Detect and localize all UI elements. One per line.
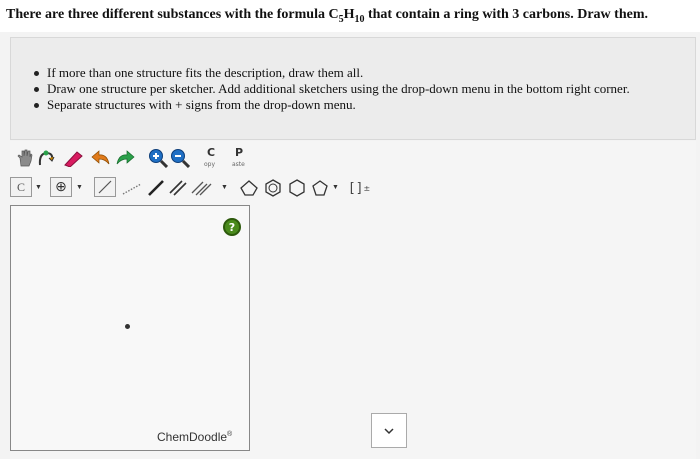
charge-icon: ⊕ bbox=[55, 179, 67, 195]
single-bond-icon bbox=[98, 180, 112, 194]
canvas-atom-dot bbox=[125, 324, 130, 329]
bracket-label: [] bbox=[347, 180, 364, 196]
hand-icon[interactable] bbox=[16, 147, 34, 169]
benzene-button[interactable] bbox=[262, 177, 284, 199]
bold-bond-icon bbox=[148, 180, 164, 196]
single-bond-button[interactable] bbox=[94, 177, 116, 197]
copy-label: opy bbox=[204, 161, 216, 168]
instruction-item: Draw one structure per sketcher. Add add… bbox=[34, 81, 630, 96]
drawing-canvas[interactable]: ? ChemDoodle® bbox=[10, 205, 250, 451]
charge-button[interactable]: ⊕ bbox=[50, 177, 72, 197]
cyclopropane-button[interactable] bbox=[238, 177, 260, 199]
element-label: C bbox=[16, 179, 25, 194]
toolbar-top: C opy P aste bbox=[16, 146, 276, 173]
bracket-charge: ± bbox=[363, 183, 371, 193]
instruction-item: If more than one structure fits the desc… bbox=[34, 65, 630, 81]
help-button[interactable]: ? bbox=[223, 218, 241, 236]
double-bond-button[interactable] bbox=[168, 177, 188, 199]
sketcher-panel: C opy P aste C ▼ ⊕ ▼ ▼ ▼ [] ± ? ChemDood… bbox=[10, 141, 696, 459]
pentagon-button[interactable] bbox=[310, 177, 330, 199]
double-bond-icon bbox=[169, 180, 187, 196]
question-header: There are three different substances wit… bbox=[0, 0, 700, 32]
hexagon-icon bbox=[289, 179, 305, 197]
dashed-bond-button[interactable] bbox=[120, 177, 144, 199]
instructions-panel: If more than one structure fits the desc… bbox=[10, 37, 696, 140]
paste-label: aste bbox=[232, 161, 245, 168]
chevron-down-icon[interactable]: ▼ bbox=[76, 183, 83, 191]
dashed-bond-icon bbox=[122, 183, 142, 195]
instructions-list: If more than one structure fits the desc… bbox=[34, 65, 630, 113]
chevron-down-icon[interactable]: ▼ bbox=[332, 183, 339, 191]
triple-bond-button[interactable] bbox=[190, 177, 214, 199]
pentagon-icon bbox=[312, 180, 328, 196]
instruction-item: Separate structures with + signs from th… bbox=[34, 97, 630, 113]
zoom-in-icon[interactable] bbox=[148, 147, 168, 169]
question-text: There are three different substances wit… bbox=[6, 7, 648, 25]
triple-bond-icon bbox=[191, 181, 212, 196]
cyclopropane-icon bbox=[240, 180, 258, 196]
chevron-down-icon bbox=[384, 427, 394, 434]
bold-bond-button[interactable] bbox=[146, 177, 166, 199]
paste-letter: P bbox=[235, 146, 244, 159]
undo-icon[interactable] bbox=[90, 147, 112, 169]
zoom-out-icon[interactable] bbox=[170, 147, 190, 169]
chemdoodle-brand: ChemDoodle® bbox=[157, 430, 233, 444]
bracket-button[interactable]: [] ± bbox=[346, 177, 372, 199]
toolbar-bottom: C ▼ ⊕ ▼ ▼ ▼ [] ± bbox=[10, 175, 380, 201]
lasso-icon[interactable] bbox=[36, 147, 56, 169]
eraser-icon[interactable] bbox=[62, 147, 86, 169]
copy-letter: C bbox=[207, 146, 216, 159]
benzene-icon bbox=[265, 179, 281, 197]
element-button[interactable]: C bbox=[10, 177, 32, 197]
chevron-down-icon[interactable]: ▼ bbox=[221, 183, 228, 191]
paste-button[interactable]: P aste bbox=[228, 146, 252, 171]
hexagon-button[interactable] bbox=[286, 177, 308, 199]
redo-icon[interactable] bbox=[114, 147, 136, 169]
copy-button[interactable]: C opy bbox=[200, 146, 222, 171]
add-sketcher-dropdown[interactable] bbox=[371, 413, 407, 448]
chevron-down-icon[interactable]: ▼ bbox=[35, 183, 42, 191]
